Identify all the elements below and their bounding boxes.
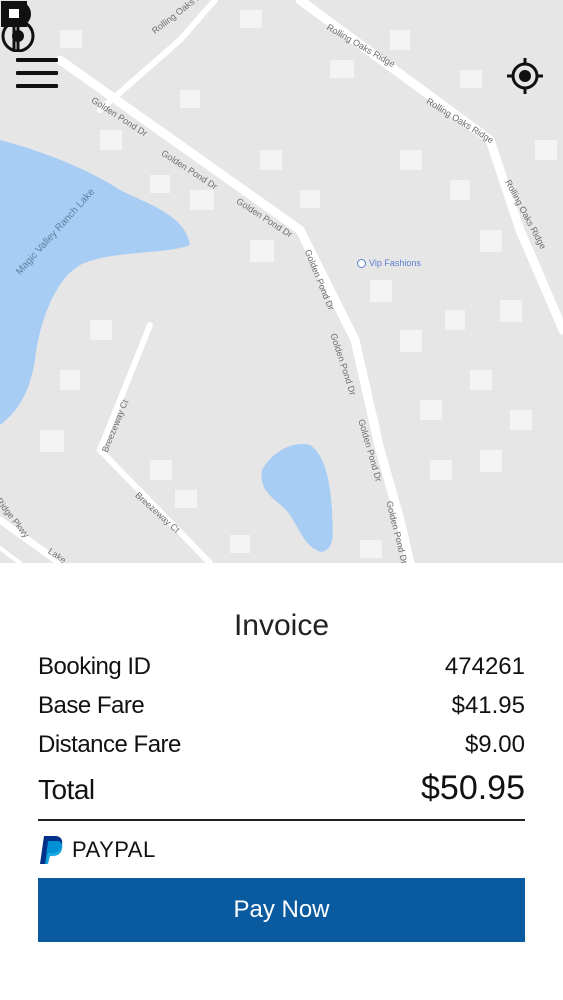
- total-value: $50.95: [421, 769, 525, 807]
- row-label: Distance Fare: [38, 731, 181, 758]
- my-location-icon: [507, 58, 543, 94]
- hamburger-line: [16, 84, 58, 88]
- dropoff-marker-icon[interactable]: [0, 0, 28, 52]
- map-view[interactable]: Rolling Oaks Ridge Rolling Oaks Ridge Ro…: [0, 0, 563, 563]
- divider: [38, 819, 525, 821]
- row-label: Booking ID: [38, 653, 151, 680]
- row-label: Base Fare: [38, 692, 145, 719]
- hamburger-line: [16, 71, 58, 75]
- row-value: $9.00: [464, 731, 525, 758]
- invoice-panel: Invoice Booking ID 474261 Base Fare $41.…: [0, 563, 563, 1000]
- total-label: Total: [38, 774, 95, 805]
- row-value: 474261: [444, 653, 525, 680]
- invoice-row-base-fare: Base Fare $41.95: [38, 692, 525, 720]
- invoice-title: Invoice: [233, 609, 330, 642]
- pay-now-button[interactable]: Pay Now: [38, 878, 525, 942]
- payment-method[interactable]: PAYPAL: [38, 835, 156, 865]
- app-screen: Rolling Oaks Ridge Rolling Oaks Ridge Ro…: [0, 0, 563, 1000]
- payment-method-label: PAYPAL: [72, 837, 156, 862]
- poi-marker[interactable]: Vip Fashions: [357, 258, 421, 268]
- invoice-row-total: Total $50.95: [38, 769, 525, 808]
- hamburger-menu-icon: [16, 58, 58, 62]
- row-value: $41.95: [451, 692, 525, 719]
- poi-label: Vip Fashions: [369, 258, 421, 268]
- pond: [261, 444, 333, 552]
- invoice-row-booking-id: Booking ID 474261: [38, 653, 525, 681]
- my-location-button[interactable]: [505, 56, 545, 96]
- paypal-icon: [40, 836, 63, 864]
- poi-icon: [357, 258, 366, 268]
- invoice-row-distance-fare: Distance Fare $9.00: [38, 731, 525, 759]
- menu-button[interactable]: [16, 58, 58, 92]
- map-canvas: [0, 0, 563, 563]
